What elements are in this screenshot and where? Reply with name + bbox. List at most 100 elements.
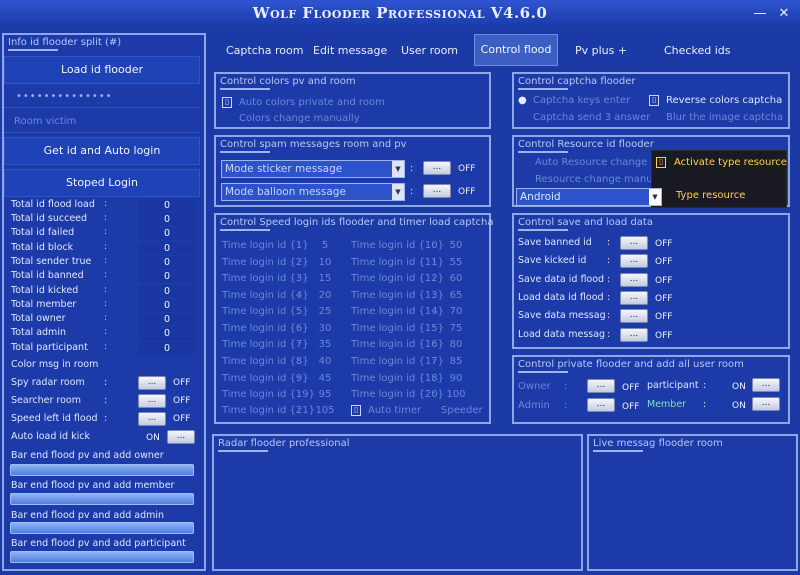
time-colon: :	[432, 356, 436, 367]
speeder-label[interactable]: Speeder	[441, 405, 483, 416]
balloon-state[interactable]: OFF	[458, 187, 475, 197]
time-label: Time login id {21}	[222, 405, 315, 416]
auto-resource-label[interactable]: Auto Resource change	[535, 157, 647, 168]
time-value[interactable]: 55	[443, 257, 469, 268]
balloon-mode-select[interactable]: Mode balloon message ▼	[221, 183, 405, 201]
sticker-colon: :	[410, 163, 414, 174]
save-row-button[interactable]: ...	[620, 291, 648, 305]
load-id-flooder-button[interactable]: Load id flooder	[4, 56, 200, 84]
stat-colon: :	[104, 227, 108, 237]
tab-control-flood[interactable]: Control flood	[474, 34, 558, 66]
chevron-down-icon: ▼	[649, 189, 661, 205]
balloon-button[interactable]: ...	[423, 184, 451, 198]
time-value[interactable]: 80	[443, 339, 469, 350]
time-value[interactable]: 75	[443, 323, 469, 334]
tab-captcha-room[interactable]: Captcha room	[226, 44, 303, 57]
save-row-button[interactable]: ...	[620, 309, 648, 323]
stat-value: 0	[138, 327, 196, 340]
admin-state[interactable]: OFF	[622, 402, 639, 412]
tab-edit-message[interactable]: Edit message	[313, 44, 387, 57]
time-value[interactable]: 60	[443, 273, 469, 284]
blur-captcha-label[interactable]: Blur the image captcha	[666, 112, 783, 123]
time-label: Time login id {16}	[351, 339, 444, 350]
save-row-button[interactable]: ...	[620, 236, 648, 250]
time-colon: :	[297, 323, 301, 334]
auto-load-kick-state[interactable]: ON	[146, 433, 160, 443]
time-value[interactable]: 25	[312, 306, 338, 317]
time-value[interactable]: 20	[312, 290, 338, 301]
spy-radar-button[interactable]: ...	[138, 376, 166, 390]
member-button[interactable]: ...	[752, 397, 780, 411]
save-row-button[interactable]: ...	[620, 328, 648, 342]
stat-label: Total id succeed	[11, 213, 88, 224]
time-value[interactable]: 45	[312, 373, 338, 384]
member-state[interactable]: ON	[732, 401, 746, 411]
tab-user-room[interactable]: User room	[401, 44, 458, 57]
time-value[interactable]: 40	[312, 356, 338, 367]
auto-timer-checkbox[interactable]: ▯	[351, 405, 361, 416]
time-value[interactable]: 105	[312, 405, 338, 416]
captcha-keys-label: Captcha keys enter	[533, 95, 631, 106]
save-row-button[interactable]: ...	[620, 254, 648, 268]
save-row-colon: :	[607, 237, 611, 248]
password-input[interactable]: ••••••••••••••	[4, 86, 200, 108]
time-value[interactable]: 50	[443, 240, 469, 251]
time-value[interactable]: 85	[443, 356, 469, 367]
sticker-button[interactable]: ...	[423, 161, 451, 175]
resource-type-select[interactable]: Android ▼	[516, 188, 662, 206]
time-colon: :	[432, 290, 436, 301]
participant-button[interactable]: ...	[752, 378, 780, 392]
stoped-login-button[interactable]: Stoped Login	[4, 169, 200, 197]
stat-colon: :	[104, 213, 108, 223]
time-colon: :	[432, 257, 436, 268]
time-value[interactable]: 35	[312, 339, 338, 350]
save-row-state[interactable]: OFF	[655, 276, 672, 286]
time-value[interactable]: 10	[312, 257, 338, 268]
time-value[interactable]: 95	[312, 389, 338, 400]
time-value[interactable]: 90	[443, 373, 469, 384]
time-value[interactable]: 100	[443, 389, 469, 400]
save-row-state[interactable]: OFF	[655, 294, 672, 304]
sticker-mode-select[interactable]: Mode sticker message ▼	[221, 160, 405, 178]
tab-checked-ids[interactable]: Checked ids	[664, 44, 730, 57]
resource-manual-label[interactable]: Resource change manually	[535, 174, 670, 185]
searcher-room-button[interactable]: ...	[138, 394, 166, 408]
searcher-room-state[interactable]: OFF	[173, 396, 190, 406]
stat-label: Total id flood load	[11, 199, 95, 210]
time-value[interactable]: 30	[312, 323, 338, 334]
room-victim-input[interactable]: Room victim	[4, 111, 200, 133]
time-value[interactable]: 65	[443, 290, 469, 301]
auto-load-kick-label: Auto load id kick	[11, 431, 90, 442]
captcha-send3-label[interactable]: Captcha send 3 answer	[533, 112, 650, 123]
time-value[interactable]: 70	[443, 306, 469, 317]
owner-state[interactable]: OFF	[622, 383, 639, 393]
admin-button[interactable]: ...	[587, 398, 615, 412]
speed-left-state[interactable]: OFF	[173, 414, 190, 424]
time-value[interactable]: 15	[312, 273, 338, 284]
auto-load-kick-button[interactable]: ...	[167, 430, 195, 444]
owner-button[interactable]: ...	[587, 379, 615, 393]
spy-radar-state[interactable]: OFF	[173, 378, 190, 388]
reverse-colors-checkbox[interactable]: ▯	[649, 95, 659, 106]
save-row-state[interactable]: OFF	[655, 331, 672, 341]
participant-state[interactable]: ON	[732, 382, 746, 392]
sticker-state[interactable]: OFF	[458, 164, 475, 174]
save-row-state[interactable]: OFF	[655, 257, 672, 267]
auto-colors-checkbox[interactable]: ▯	[222, 97, 232, 108]
searcher-room-label: Searcher room	[11, 395, 81, 406]
minimize-button[interactable]: —	[752, 6, 768, 22]
close-button[interactable]: ✕	[776, 6, 792, 22]
tab-pv-plus[interactable]: Pv plus +	[575, 44, 627, 57]
speed-left-button[interactable]: ...	[138, 412, 166, 426]
radio-selected-icon[interactable]: ●	[518, 95, 527, 106]
resource-panel-title: Control Resource id flooder	[518, 139, 654, 153]
save-row-state[interactable]: OFF	[655, 312, 672, 322]
time-colon: :	[297, 240, 301, 251]
save-row-state[interactable]: OFF	[655, 239, 672, 249]
colors-manual-label[interactable]: Colors change manually	[239, 113, 360, 124]
time-value[interactable]: 5	[312, 240, 338, 251]
get-id-auto-login-button[interactable]: Get id and Auto login	[4, 137, 200, 165]
activate-resource-checkbox[interactable]: ▯	[656, 157, 666, 168]
time-label: Time login id {6}	[222, 323, 309, 334]
save-row-button[interactable]: ...	[620, 273, 648, 287]
